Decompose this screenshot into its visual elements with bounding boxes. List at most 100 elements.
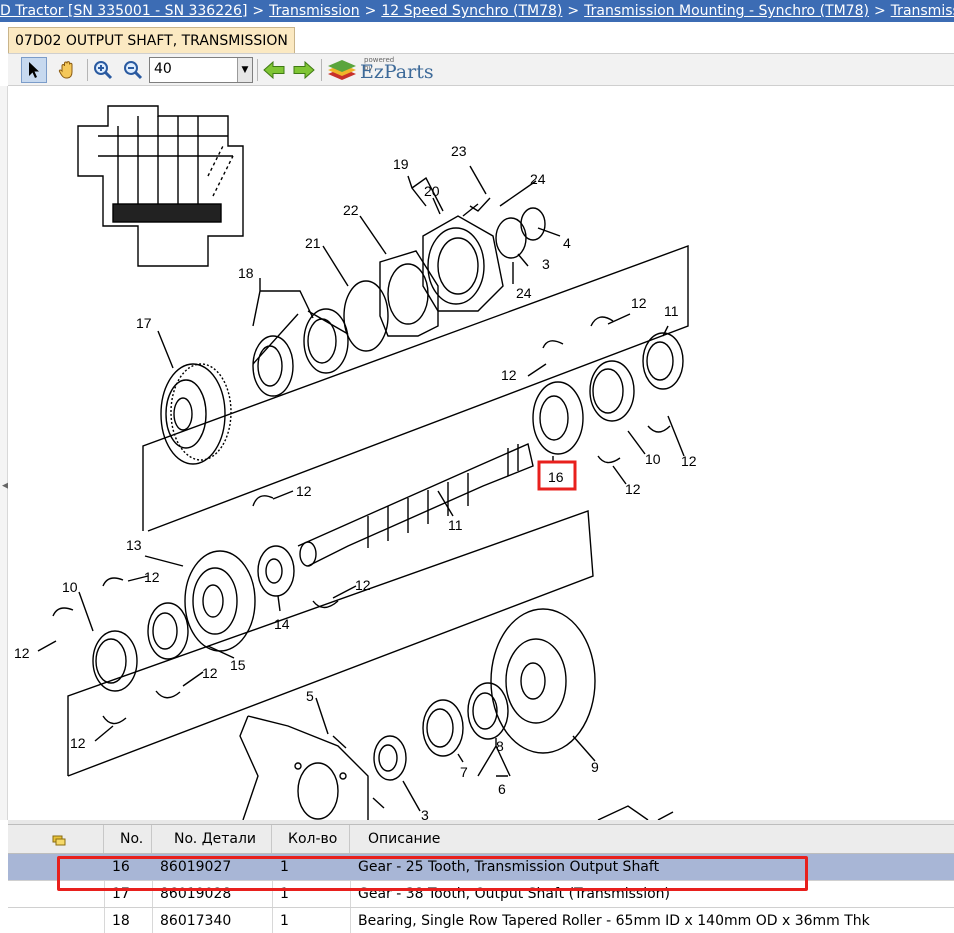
parts-table: No. No. Детали Кол-во Описание 16 860190… (8, 824, 954, 933)
forward-button[interactable] (291, 57, 317, 83)
part-14-washer-drawing[interactable] (257, 545, 295, 597)
table-row[interactable]: 18 86017340 1 Bearing, Single Row Tapere… (8, 908, 954, 933)
zoom-out-button[interactable] (120, 57, 146, 83)
callout-22[interactable]: 22 (343, 202, 359, 218)
pan-tool-button[interactable] (54, 57, 80, 83)
callout-23[interactable]: 23 (451, 143, 467, 159)
part-17-gear-drawing[interactable] (160, 363, 232, 465)
select-tool-button[interactable] (21, 57, 47, 83)
table-row-selected[interactable]: 16 86019027 1 Gear - 25 Tooth, Transmiss… (8, 854, 954, 881)
callout-6[interactable]: 6 (498, 781, 506, 797)
callout-8[interactable]: 8 (496, 738, 504, 754)
callout-labels: 17 18 21 22 19 20 23 24 4 3 24 12 11 12 … (14, 143, 697, 820)
part-4-bearing-drawing[interactable] (520, 207, 546, 241)
callout-12-i[interactable]: 12 (202, 665, 218, 681)
callout-10-lower[interactable]: 10 (62, 579, 78, 595)
part-21-snap-ring-drawing[interactable] (343, 280, 389, 352)
part-9-gear-drawing[interactable] (490, 608, 596, 754)
part-5-pin-drawing[interactable] (332, 735, 347, 749)
callout-16-label: 16 (548, 469, 564, 485)
part-7-bearing-cup-drawing[interactable] (422, 699, 464, 757)
column-header-qty[interactable]: Кол-во (272, 825, 350, 853)
callout-19[interactable]: 19 (393, 156, 409, 172)
part-22-gasket-drawing[interactable] (379, 250, 439, 337)
part-10-synchro-lower-drawing[interactable] (92, 630, 138, 692)
logo-ezparts-text: EzParts (360, 61, 434, 83)
column-header-cart[interactable] (8, 825, 104, 853)
callout-13[interactable]: 13 (126, 537, 142, 553)
table-row[interactable]: 17 86019028 1 Gear - 38 Tooth, Output Sh… (8, 881, 954, 908)
arrow-left-icon (263, 61, 285, 79)
breadcrumb-item-mounting[interactable]: Transmission Mounting - Synchro (TM78) (584, 3, 869, 19)
callout-12-e[interactable]: 12 (296, 483, 312, 499)
callout-20[interactable]: 20 (424, 183, 440, 199)
tab-output-shaft[interactable]: 07D02 OUTPUT SHAFT, TRANSMISSION (8, 27, 295, 54)
callout-14[interactable]: 14 (274, 616, 290, 632)
callout-4[interactable]: 4 (563, 235, 571, 251)
callout-12-b[interactable]: 12 (501, 367, 517, 383)
part-2-bolt-drawing[interactable] (372, 797, 385, 809)
callout-17[interactable]: 17 (136, 315, 152, 331)
locator-inset-drawing (77, 105, 244, 267)
breadcrumb-separator: > (364, 3, 377, 19)
callout-24-upper[interactable]: 24 (530, 171, 546, 187)
part-19-housing-drawing[interactable] (422, 215, 504, 312)
part-1-flange-yoke-drawing[interactable] (239, 715, 369, 820)
zoom-level-select[interactable]: 40 ▼ (149, 57, 253, 83)
callout-10-upper[interactable]: 10 (645, 451, 661, 467)
zoom-level-value: 40 (154, 61, 172, 77)
part-13-gear-drawing[interactable] (184, 550, 256, 652)
breadcrumb-item-transmission[interactable]: Transmission (269, 3, 359, 19)
part-11-needle-bearing-drawing[interactable] (642, 332, 684, 390)
zoom-in-button[interactable] (90, 57, 116, 83)
callout-24-lower[interactable]: 24 (516, 285, 532, 301)
callout-3-lower[interactable]: 3 (421, 807, 429, 820)
row-no: 17 (112, 886, 130, 902)
row-part-number: 86019028 (160, 886, 232, 902)
callout-9[interactable]: 9 (591, 759, 599, 775)
callout-11-upper[interactable]: 11 (664, 303, 679, 319)
callout-12-h[interactable]: 12 (14, 645, 30, 661)
breadcrumb-item-model[interactable]: D Tractor [SN 335001 - SN 336226] (0, 3, 247, 19)
row-no: 18 (112, 913, 130, 929)
breadcrumb-item-synchro[interactable]: 12 Speed Synchro (TM78) (381, 3, 562, 19)
breadcrumb-item-truncated[interactable]: Transmissi (891, 3, 954, 19)
callout-16-highlighted[interactable]: 16 (537, 456, 577, 491)
column-header-part-number[interactable]: No. Детали (152, 825, 272, 853)
ezparts-logo: powered by EzParts (326, 56, 434, 86)
part-16-gear-drawing[interactable] (532, 381, 584, 455)
part-8-bearing-drawing[interactable] (467, 682, 509, 740)
column-header-no[interactable]: No. (104, 825, 152, 853)
callout-12-j[interactable]: 12 (70, 735, 86, 751)
left-panel-splitter[interactable]: ◀ (0, 86, 9, 820)
back-button[interactable] (261, 57, 287, 83)
zoom-out-icon (124, 61, 143, 80)
part-23-bolt-drawing[interactable] (462, 197, 491, 217)
part-3-seal-lower-drawing[interactable] (373, 735, 407, 781)
toolbar-separator (257, 59, 258, 81)
part-15-needle-bearing-drawing[interactable] (147, 602, 189, 660)
callout-18[interactable]: 18 (238, 265, 254, 281)
part-18-bearing-drawing[interactable] (252, 308, 349, 397)
callout-12-g[interactable]: 12 (144, 569, 160, 585)
callout-12-d[interactable]: 12 (625, 481, 641, 497)
exploded-diagram-viewer[interactable]: 17 18 21 22 19 20 23 24 4 3 24 12 11 12 … (8, 86, 954, 820)
callout-12-a[interactable]: 12 (631, 295, 647, 311)
callout-7[interactable]: 7 (460, 764, 468, 780)
callout-12-f[interactable]: 12 (355, 577, 371, 593)
callout-11-shaft[interactable]: 11 (448, 517, 463, 533)
callout-5[interactable]: 5 (306, 688, 314, 704)
callout-3-upper[interactable]: 3 (542, 256, 550, 272)
row-part-number: 86019027 (160, 859, 232, 875)
cart-icon (52, 835, 66, 846)
callout-15[interactable]: 15 (230, 657, 246, 673)
part-10-synchro-upper-drawing[interactable] (589, 360, 635, 422)
column-header-description[interactable]: Описание (350, 825, 954, 853)
row-description: Gear - 38 Tooth, Output Shaft (Transmiss… (358, 886, 670, 902)
part-11-output-shaft-drawing[interactable] (297, 443, 534, 567)
parts-catalog-window: D Tractor [SN 335001 - SN 336226] > Transm… (0, 0, 954, 933)
exploded-parts-diagram[interactable]: 17 18 21 22 19 20 23 24 4 3 24 12 11 12 … (8, 86, 954, 820)
callout-21[interactable]: 21 (305, 235, 321, 251)
callout-12-c[interactable]: 12 (681, 453, 697, 469)
chevron-down-icon[interactable]: ▼ (237, 58, 252, 82)
